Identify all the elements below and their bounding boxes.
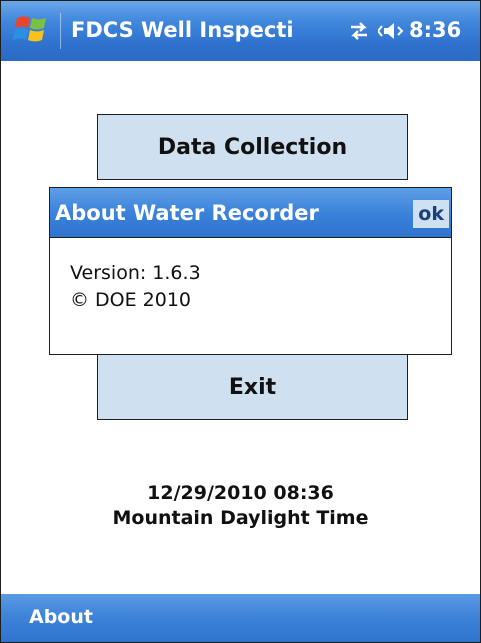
dialog-body: Version: 1.6.3 © DOE 2010 [70, 260, 201, 314]
version-text: Version: 1.6.3 [70, 262, 201, 284]
exit-button[interactable]: Exit [97, 354, 408, 420]
device-screen: FDCS Well Inspecti 8:36 Data Collection … [0, 0, 481, 643]
dialog-title: About Water Recorder [55, 201, 319, 225]
about-dialog: About Water Recorder ok Version: 1.6.3 ©… [49, 187, 452, 355]
menu-bar: About [1, 594, 480, 642]
datetime-display: 12/29/2010 08:36 Mountain Daylight Time [1, 481, 480, 531]
connectivity-arrows-icon[interactable] [347, 19, 371, 43]
timezone-text: Mountain Daylight Time [112, 507, 369, 529]
title-bar: FDCS Well Inspecti 8:36 [1, 1, 480, 61]
data-collection-button[interactable]: Data Collection [97, 114, 408, 180]
date-time-text: 12/29/2010 08:36 [147, 482, 334, 504]
title-separator [60, 13, 61, 49]
status-clock[interactable]: 8:36 [409, 18, 461, 42]
window-title: FDCS Well Inspecti [71, 18, 294, 42]
ok-button[interactable]: ok [413, 200, 449, 228]
speaker-volume-icon[interactable] [376, 19, 404, 43]
windows-flag-icon[interactable] [13, 13, 51, 47]
about-softkey[interactable]: About [29, 606, 93, 628]
dialog-header: About Water Recorder ok [50, 188, 451, 238]
copyright-text: © DOE 2010 [70, 289, 192, 311]
